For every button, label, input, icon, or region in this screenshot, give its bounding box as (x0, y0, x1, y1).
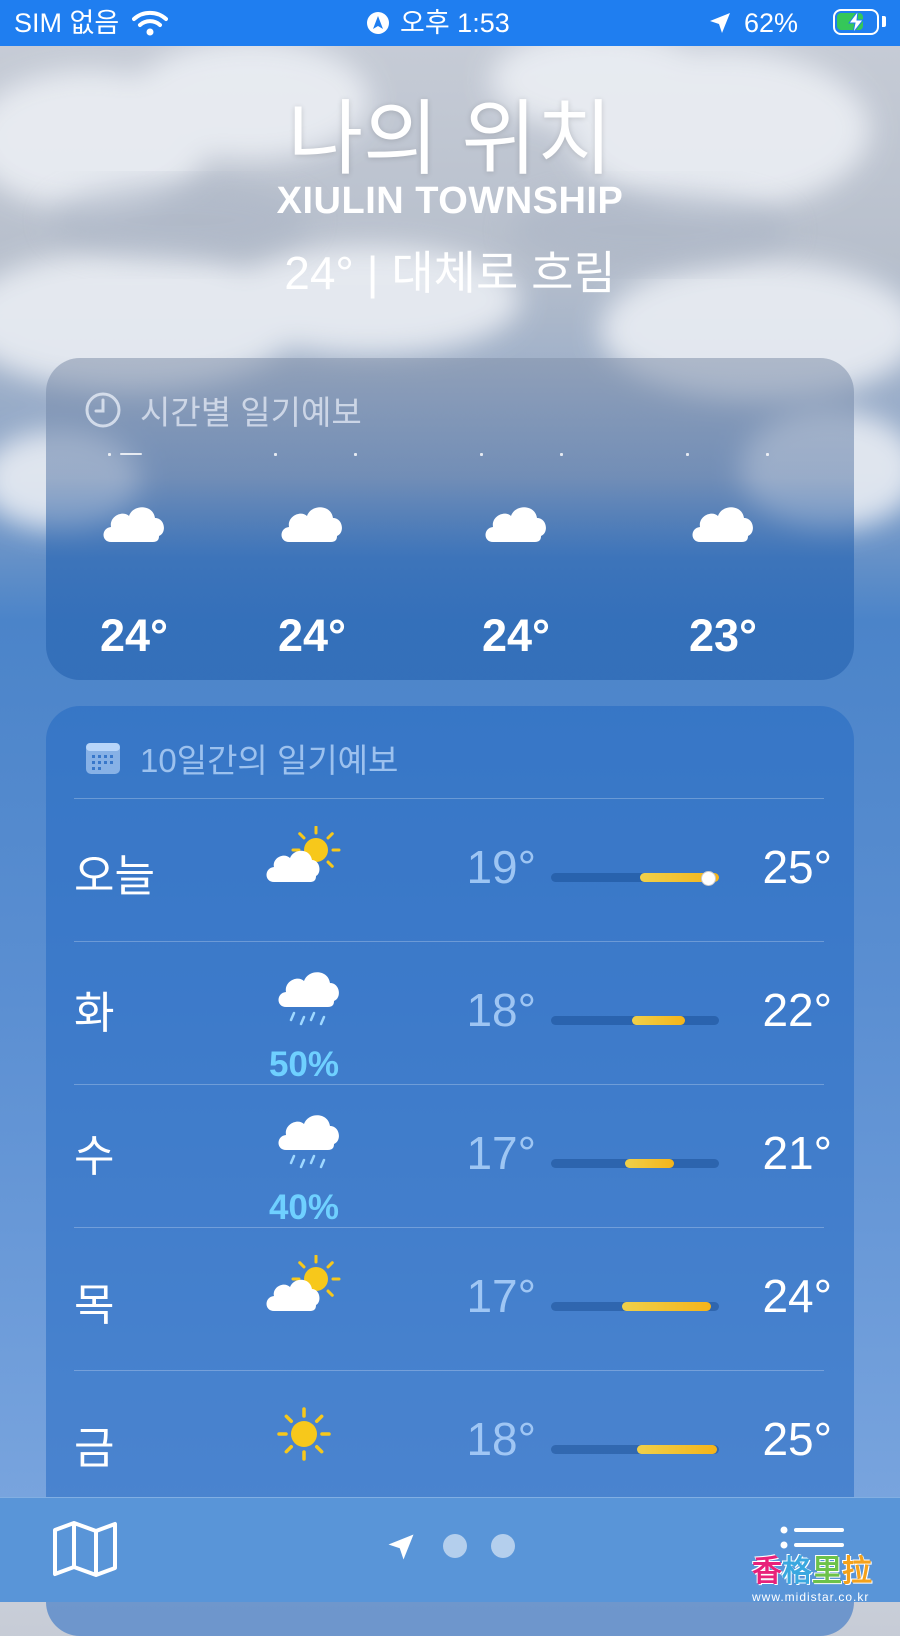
partly-sunny-icon (264, 825, 344, 896)
map-icon[interactable] (52, 1520, 118, 1578)
location-title: 나의 위치 (287, 94, 613, 185)
low-temp: 18° (466, 984, 536, 1036)
day-label: 오늘 (74, 852, 155, 901)
battery-icon (833, 9, 879, 35)
sun-icon (274, 1404, 354, 1474)
hourly-temp: 24° (481, 610, 551, 661)
precipitation-chance: 50% (268, 1045, 340, 1084)
low-temp: 17° (466, 1270, 536, 1322)
carrier-label: SIM 없음 (14, 8, 120, 38)
low-temp: 17° (466, 1127, 536, 1179)
temperature-range-bar (551, 1159, 719, 1168)
high-temp: 21° (762, 1127, 832, 1179)
low-temp: 18° (466, 1413, 536, 1465)
day-label: 수 (74, 1132, 115, 1181)
hourly-forecast-title: 시간별 일기예보 (140, 394, 362, 431)
temperature-range-bar (551, 871, 719, 886)
precipitation-chance: 40% (268, 1188, 340, 1227)
wifi-icon (132, 10, 168, 36)
cloud-icon (277, 498, 347, 551)
row-divider (74, 1084, 824, 1085)
hourly-temp: 23° (688, 610, 758, 661)
temperature-range-fill (631, 1016, 686, 1025)
watermark-char: 香 (752, 1554, 782, 1589)
clock: 오후 1:53 (400, 8, 510, 38)
high-temp: 25° (762, 1413, 832, 1465)
row-divider (74, 941, 824, 942)
temperature-range-fill (624, 1159, 674, 1168)
daily-forecast-row[interactable]: 오늘 19° 25° (46, 804, 854, 946)
location-arrow-icon (710, 13, 730, 33)
low-temp: 19° (466, 841, 536, 893)
hourly-temp: 24° (277, 610, 347, 661)
high-temp: 22° (762, 984, 832, 1036)
temperature-range-fill (621, 1302, 711, 1311)
battery-percent: 62% (744, 8, 799, 38)
daily-forecast-row[interactable]: 화 50% 18° 22° (46, 947, 854, 1089)
current-conditions: 24° | 대체로 흐림 (284, 247, 616, 299)
current-temp-marker (701, 871, 717, 886)
page-indicator-dot[interactable] (443, 1534, 467, 1558)
day-label: 목 (74, 1281, 115, 1330)
watermark-url: www.midistar.co.kr (752, 1590, 870, 1604)
current-location-page-icon[interactable] (386, 1532, 416, 1562)
hourly-temp: 24° (99, 610, 169, 661)
row-divider (74, 798, 824, 799)
temperature-range-bar (551, 1016, 719, 1025)
daily-forecast-header: 10일간의 일기예보 (84, 734, 398, 782)
watermark-char: 格 (782, 1554, 812, 1589)
cloud-icon (99, 498, 169, 551)
rain-cloud-icon (274, 963, 354, 1033)
watermark: 香格里拉 www.midistar.co.kr (752, 1546, 900, 1604)
temperature-range-bar (551, 1445, 719, 1454)
calendar-icon (86, 743, 120, 774)
partly-sunny-icon (264, 1254, 344, 1325)
rain-cloud-icon (274, 1106, 354, 1176)
daily-forecast-title: 10일간의 일기예보 (140, 742, 399, 779)
cloud-icon (481, 498, 551, 551)
watermark-char: 拉 (842, 1554, 872, 1589)
day-label: 금 (74, 1424, 115, 1473)
hourly-forecast-card[interactable]: 시간별 일기예보 24° 24° 24° 23° (46, 358, 854, 680)
row-divider (74, 1227, 824, 1228)
hourly-forecast-header: 시간별 일기예보 (84, 386, 362, 434)
high-temp: 25° (762, 841, 832, 893)
temperature-range-bar (551, 1302, 719, 1311)
location-subtitle: XIULIN TOWNSHIP (276, 180, 624, 222)
status-bar: SIM 없음 오후 1:53 62% (0, 0, 900, 46)
clock-icon (85, 392, 121, 428)
cloud-icon (688, 498, 758, 551)
day-label: 화 (74, 989, 115, 1038)
page-indicator-dot[interactable] (491, 1534, 515, 1558)
watermark-char: 里 (812, 1554, 842, 1589)
daily-forecast-row[interactable]: 목 17° 24° (46, 1233, 854, 1375)
bottom-toolbar: 香格里拉 www.midistar.co.kr (0, 1497, 900, 1604)
daily-forecast-row[interactable]: 수 40% 17° 21° (46, 1090, 854, 1232)
high-temp: 24° (762, 1270, 832, 1322)
temperature-range-fill (636, 1445, 718, 1454)
location-services-icon (367, 12, 389, 34)
row-divider (74, 1370, 824, 1371)
